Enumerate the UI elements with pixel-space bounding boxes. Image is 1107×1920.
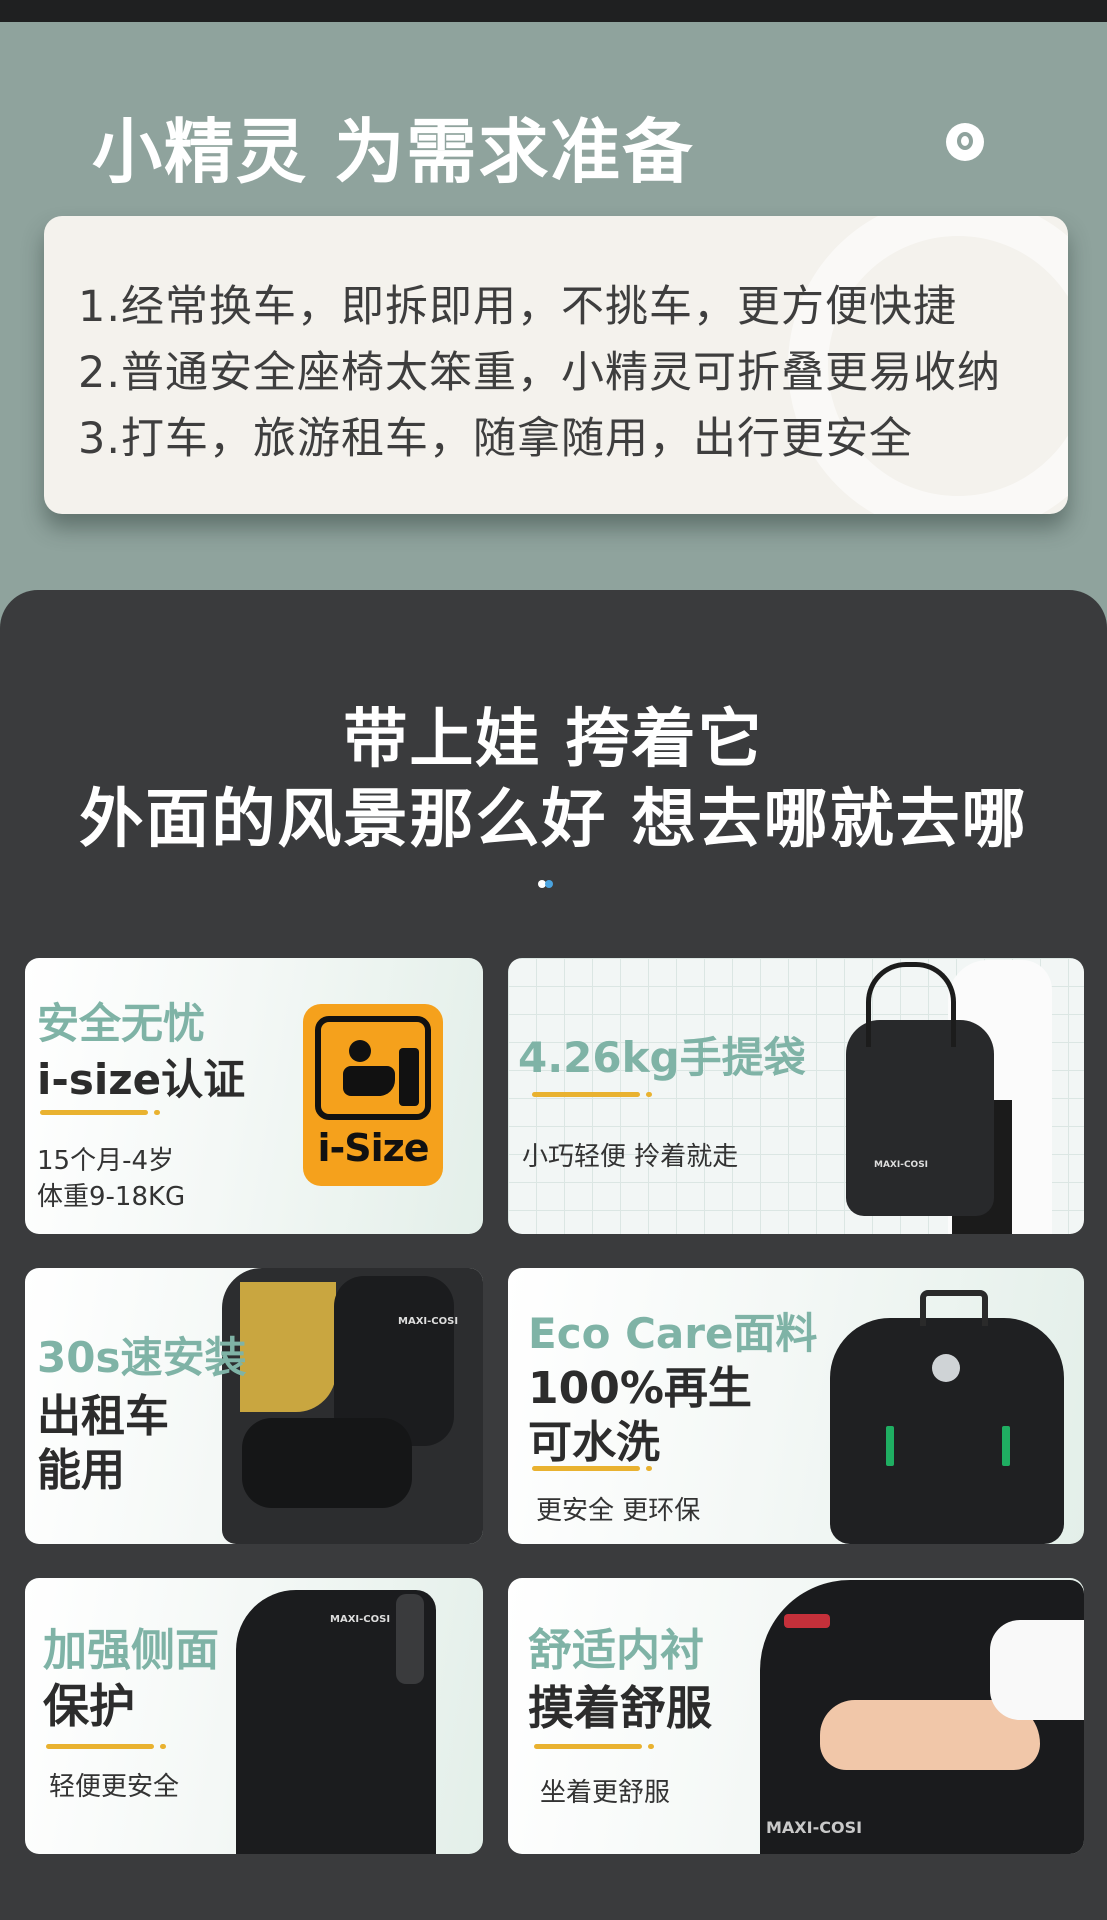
tile-heading: 30s速安装 bbox=[37, 1333, 247, 1382]
section-title: 小精灵 为需求准备 bbox=[92, 111, 695, 193]
isize-badge-icon: i-Size bbox=[303, 1004, 443, 1186]
need-point: 3.打车，旅游租车，随拿随用，出行更安全 bbox=[78, 414, 914, 464]
tile-heading: 4.26kg手提袋 bbox=[518, 1033, 806, 1082]
bag-handle bbox=[866, 962, 956, 1047]
brand-logo-icon bbox=[932, 1354, 960, 1382]
isofix-indicator bbox=[886, 1426, 894, 1466]
carry-bag-image: MAXI-COSI bbox=[846, 962, 994, 1216]
tile-subtext: 坐着更舒服 bbox=[540, 1778, 671, 1808]
tile-heading: 安全无忧 bbox=[37, 999, 206, 1048]
seat-brand-text: MAXI-COSI bbox=[398, 1316, 459, 1327]
belt-guide-red bbox=[784, 1614, 830, 1628]
seat-brand-text: MAXI-COSI bbox=[766, 1818, 863, 1837]
brand-logo-icon bbox=[946, 123, 984, 161]
slogan-line-1: 带上娃 挎着它 bbox=[343, 703, 764, 777]
tile-heading: 可水洗 bbox=[528, 1417, 660, 1468]
seat-brand-text: MAXI-COSI bbox=[330, 1614, 391, 1625]
bag-brand-text: MAXI-COSI bbox=[874, 1160, 929, 1170]
seat-base bbox=[242, 1418, 412, 1508]
tile-subtext: 15个月-4岁 bbox=[37, 1146, 175, 1176]
tile-subtext: 体重9-18KG bbox=[37, 1182, 186, 1212]
tile-heading: 保护 bbox=[43, 1679, 135, 1733]
taxi-install-image: MAXI-COSI bbox=[222, 1268, 483, 1544]
tile-heading: 能用 bbox=[37, 1445, 125, 1496]
comfort-lining-image: MAXI-COSI bbox=[760, 1580, 1084, 1854]
tile-heading: 舒适内衬 bbox=[528, 1625, 704, 1676]
needs-card: 1.经常换车，即拆即用，不挑车，更方便快捷 2.普通安全座椅太笨重，小精灵可折叠… bbox=[44, 216, 1068, 514]
eco-fabric-seat-image bbox=[830, 1290, 1064, 1544]
accent-underline bbox=[46, 1744, 166, 1749]
tile-subtext: 更安全 更环保 bbox=[536, 1496, 701, 1526]
sleeve bbox=[990, 1620, 1084, 1720]
slogan-line-2: 外面的风景那么好 想去哪就去哪 bbox=[79, 783, 1028, 857]
tile-subtext: 小巧轻便 拎着就走 bbox=[522, 1142, 739, 1172]
carousel-indicator bbox=[538, 880, 554, 888]
side-protection-seat-image: MAXI-COSI bbox=[236, 1590, 436, 1854]
tile-heading: 摸着舒服 bbox=[528, 1681, 712, 1735]
accent-underline bbox=[532, 1466, 652, 1471]
need-point: 2.普通安全座椅太笨重，小精灵可折叠更易收纳 bbox=[78, 348, 1002, 398]
accent-underline bbox=[40, 1110, 160, 1115]
passenger-arm bbox=[240, 1282, 336, 1412]
accent-underline bbox=[532, 1092, 652, 1097]
isize-badge-label: i-Size bbox=[317, 1126, 429, 1170]
need-point: 1.经常换车，即拆即用，不挑车，更方便快捷 bbox=[78, 282, 958, 332]
top-bar bbox=[0, 0, 1107, 22]
tile-heading: i-size认证 bbox=[37, 1055, 246, 1104]
headrest-adjuster bbox=[396, 1594, 424, 1684]
isofix-indicator bbox=[1002, 1426, 1010, 1466]
accent-underline bbox=[534, 1744, 654, 1749]
tile-subtext: 轻便更安全 bbox=[49, 1772, 180, 1802]
tile-heading: 加强侧面 bbox=[43, 1625, 219, 1676]
seat-handle bbox=[920, 1290, 988, 1326]
